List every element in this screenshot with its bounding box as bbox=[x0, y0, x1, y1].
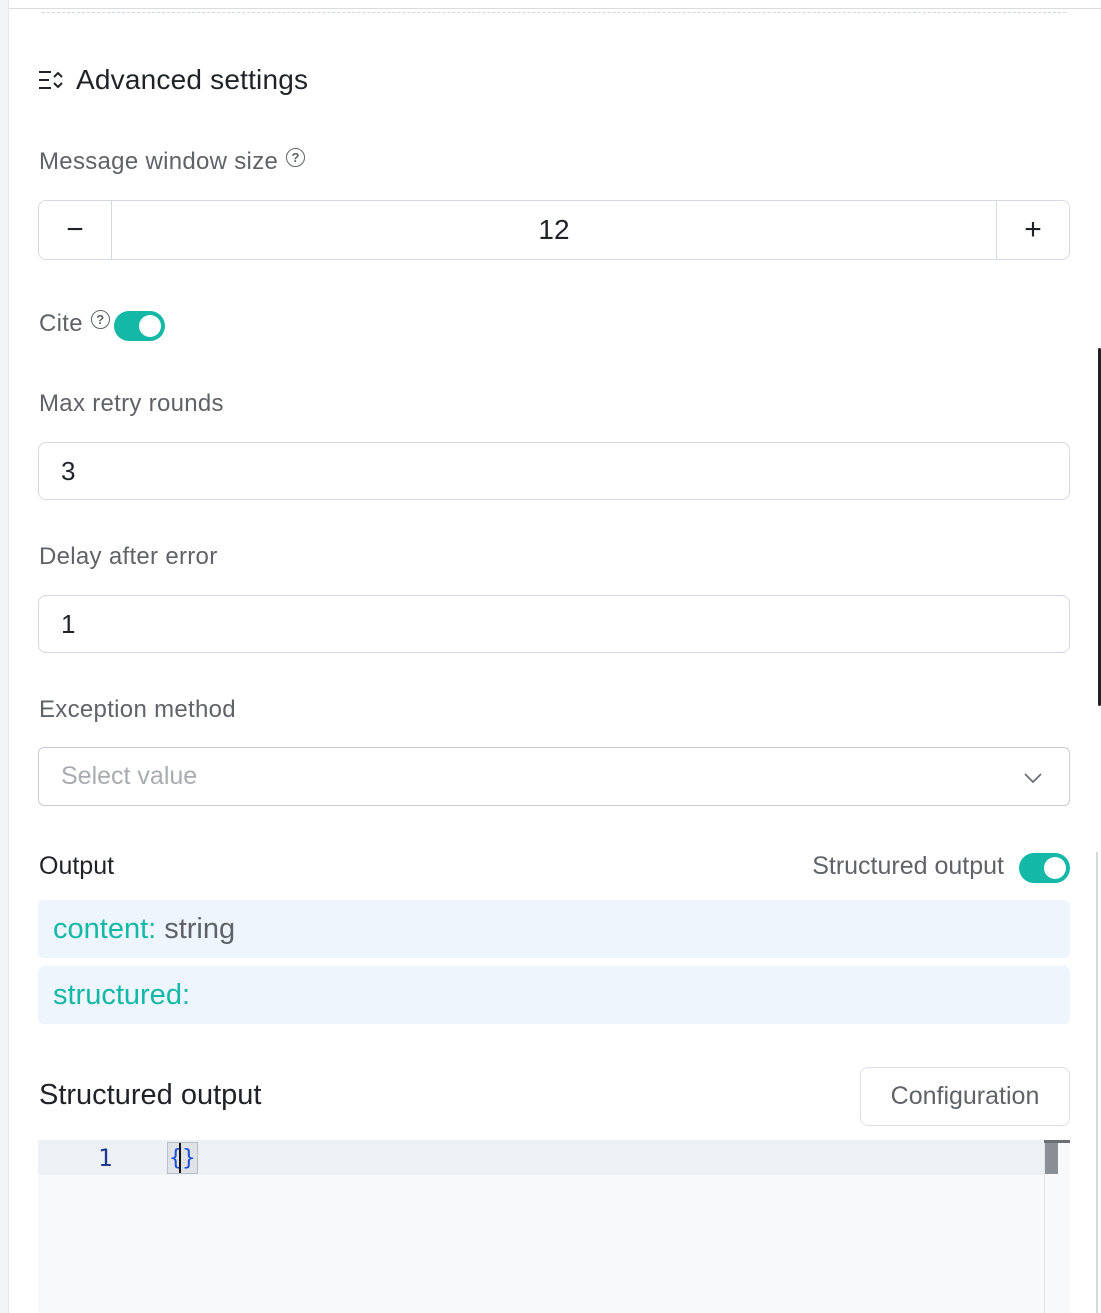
delay-label: Delay after error bbox=[39, 543, 218, 570]
code-editor[interactable]: 1 {} bbox=[38, 1140, 1070, 1313]
message-window-label: Message window size ? bbox=[39, 147, 306, 176]
message-window-stepper: − 12 + bbox=[38, 200, 1070, 260]
help-icon[interactable]: ? bbox=[286, 147, 306, 167]
cite-label-text: Cite bbox=[39, 310, 83, 337]
chevron-down-icon bbox=[1023, 766, 1043, 786]
output-row-content: content: string bbox=[38, 900, 1070, 958]
exception-label: Exception method bbox=[39, 696, 236, 723]
line-number: 1 bbox=[98, 1144, 113, 1172]
cite-label: Cite ? bbox=[39, 309, 110, 338]
output-type: string bbox=[164, 912, 236, 945]
max-retry-label: Max retry rounds bbox=[39, 390, 224, 417]
left-rail bbox=[0, 0, 9, 1313]
output-label: Output bbox=[39, 852, 115, 880]
top-divider bbox=[9, 8, 1101, 9]
message-window-label-text: Message window size bbox=[39, 148, 279, 175]
text-caret bbox=[179, 1143, 181, 1173]
toggle-knob bbox=[139, 315, 161, 337]
decrement-button[interactable]: − bbox=[39, 201, 112, 259]
structured-output-toggle[interactable] bbox=[1019, 853, 1070, 883]
advanced-settings-header[interactable]: Advanced settings bbox=[38, 60, 308, 100]
editor-scrollbar-thumb[interactable] bbox=[1045, 1143, 1058, 1174]
output-key: structured: bbox=[53, 978, 190, 1011]
max-retry-input[interactable]: 3 bbox=[38, 442, 1070, 500]
cite-toggle[interactable] bbox=[114, 311, 165, 341]
section-title: Advanced settings bbox=[76, 64, 309, 95]
panel-scrollbar-track[interactable] bbox=[1096, 852, 1098, 1313]
output-key: content: bbox=[53, 912, 157, 945]
exception-select[interactable]: Select value bbox=[38, 747, 1070, 806]
structured-output-title: Structured output bbox=[39, 1079, 262, 1111]
message-window-value[interactable]: 12 bbox=[112, 201, 996, 259]
delay-input[interactable]: 1 bbox=[38, 595, 1070, 653]
dashed-divider bbox=[42, 12, 1066, 13]
exception-placeholder: Select value bbox=[61, 762, 198, 790]
output-row-structured: structured: bbox=[38, 966, 1070, 1024]
configuration-button[interactable]: Configuration bbox=[860, 1067, 1070, 1126]
help-icon[interactable]: ? bbox=[90, 309, 110, 329]
code-text[interactable]: {} bbox=[167, 1142, 198, 1174]
toggle-knob bbox=[1044, 857, 1066, 879]
list-settings-icon bbox=[38, 68, 66, 92]
increment-button[interactable]: + bbox=[996, 201, 1069, 259]
structured-output-toggle-label: Structured output bbox=[812, 852, 1004, 880]
